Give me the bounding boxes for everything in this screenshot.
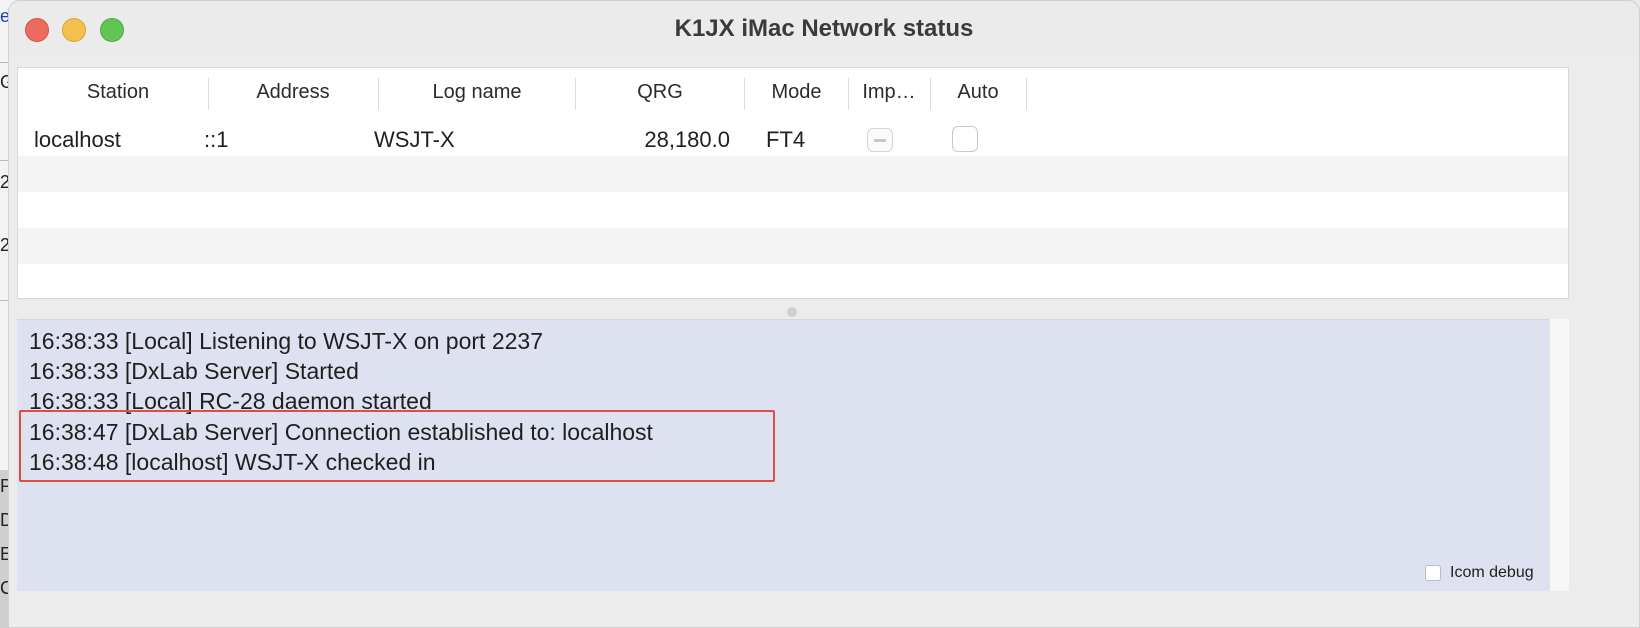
network-status-window: K1JX iMac Network status Station Address… bbox=[8, 0, 1640, 628]
icom-debug-checkbox[interactable] bbox=[1425, 565, 1441, 581]
column-separator[interactable] bbox=[1026, 78, 1027, 110]
column-header-log-name[interactable]: Log name bbox=[378, 81, 576, 104]
table-header: Station Address Log name QRG Mode Imp… A… bbox=[18, 68, 1568, 120]
mode-cell: FT4 bbox=[766, 127, 806, 152]
table-row-empty bbox=[18, 156, 1568, 192]
imp-checkbox[interactable] bbox=[867, 128, 893, 152]
log-scrollbar[interactable] bbox=[1549, 319, 1569, 591]
highlight-annotation bbox=[19, 410, 775, 482]
log-panel[interactable]: 16:38:33 [Local] Listening to WSJT-X on … bbox=[17, 319, 1549, 591]
table-row-empty bbox=[18, 228, 1568, 264]
log-name-cell: WSJT-X bbox=[374, 127, 455, 152]
icom-debug-label[interactable]: Icom debug bbox=[1450, 564, 1534, 582]
column-header-imp[interactable]: Imp… bbox=[848, 81, 930, 104]
column-header-qrg[interactable]: QRG bbox=[575, 81, 745, 104]
qrg-cell: 28,180.0 bbox=[644, 127, 730, 152]
log-line: 16:38:33 [DxLab Server] Started bbox=[29, 358, 359, 384]
station-table: Station Address Log name QRG Mode Imp… A… bbox=[17, 67, 1569, 299]
table-row-empty bbox=[18, 192, 1568, 228]
table-row[interactable]: localhost ::1 WSJT-X 28,180.0 FT4 bbox=[18, 120, 1568, 156]
station-cell: localhost bbox=[34, 127, 121, 152]
column-header-station[interactable]: Station bbox=[38, 81, 198, 104]
window-title: K1JX iMac Network status bbox=[674, 15, 974, 42]
log-line: 16:38:33 [Local] Listening to WSJT-X on … bbox=[29, 328, 543, 354]
column-header-auto[interactable]: Auto bbox=[930, 81, 1026, 104]
auto-checkbox[interactable] bbox=[952, 126, 978, 152]
table-row-empty bbox=[18, 264, 1568, 298]
split-view-handle[interactable] bbox=[787, 307, 797, 317]
column-header-address[interactable]: Address bbox=[208, 81, 378, 104]
column-header-mode[interactable]: Mode bbox=[744, 81, 849, 104]
title-bar[interactable]: K1JX iMac Network status bbox=[9, 1, 1639, 59]
address-cell: ::1 bbox=[204, 127, 229, 152]
